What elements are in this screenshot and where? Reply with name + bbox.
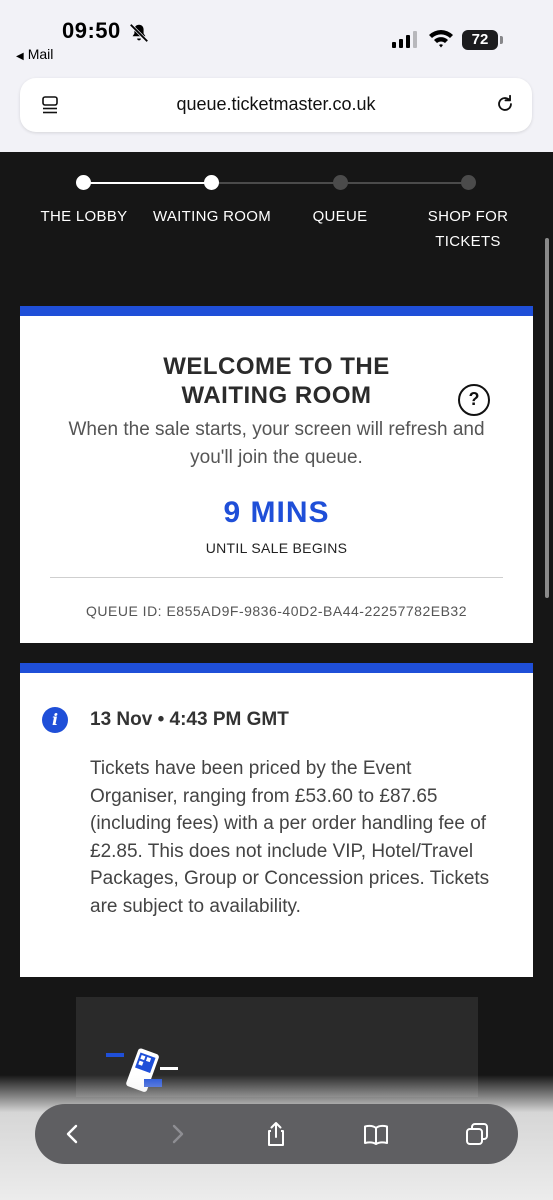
browser-chrome: 09:50 ◀ Mail 72 queue.ticketmaster.co.uk [0,0,553,152]
help-button[interactable]: ? [458,384,490,416]
step-dot-queue [333,175,348,190]
address-bar[interactable]: queue.ticketmaster.co.uk [20,78,532,132]
back-triangle-icon: ◀ [16,51,24,62]
step-label-lobby: THE LOBBY [40,208,128,225]
browser-toolbar [35,1104,518,1164]
countdown-caption: UNTIL SALE BEGINS [205,540,348,556]
info-card: i 13 Nov • 4:43 PM GMT Tickets have been… [20,663,533,977]
step-dot-shop [461,175,476,190]
step-dot-waiting-room [204,175,219,190]
status-time: 09:50 [62,18,121,43]
progress-stepper: THE LOBBY WAITING ROOM QUEUE SHOP FOR TI… [0,160,553,260]
waiting-room-card: WELCOME TO THE WAITING ROOM ? When the s… [20,306,533,643]
step-label-shop: SHOP FOR TICKETS [427,208,509,250]
signal-icon [392,30,417,48]
wifi-icon [429,30,453,48]
back-to-app-link[interactable]: ◀ Mail [16,46,53,62]
stepper-track-done [84,182,212,184]
queue-id: QUEUE ID: E855AD9F-9836-40D2-BA44-222577… [86,603,467,619]
divider [50,577,503,578]
reload-icon[interactable] [494,93,516,115]
page-title: WELCOME TO THE WAITING ROOM [163,353,390,409]
back-icon[interactable] [59,1120,87,1148]
bell-muted-icon [129,23,149,43]
info-body: Tickets have been priced by the Event Or… [90,758,490,917]
intro-text: When the sale starts, your screen will r… [68,419,485,468]
countdown-value: 9 MINS [223,496,330,529]
info-date: 13 Nov • 4:43 PM GMT [90,709,289,730]
bookmarks-icon[interactable] [362,1120,390,1148]
tabs-icon[interactable] [463,1120,491,1148]
step-dot-lobby [76,175,91,190]
info-icon: i [42,707,68,733]
forward-icon[interactable] [163,1120,191,1148]
battery-indicator: 72 [462,30,503,50]
back-app-label: Mail [27,46,54,62]
step-label-waiting-room: WAITING ROOM [152,208,272,225]
scrollbar[interactable] [545,238,549,598]
url-text[interactable]: queue.ticketmaster.co.uk [20,94,532,115]
share-icon[interactable] [262,1120,290,1148]
step-label-queue: QUEUE [312,208,368,225]
